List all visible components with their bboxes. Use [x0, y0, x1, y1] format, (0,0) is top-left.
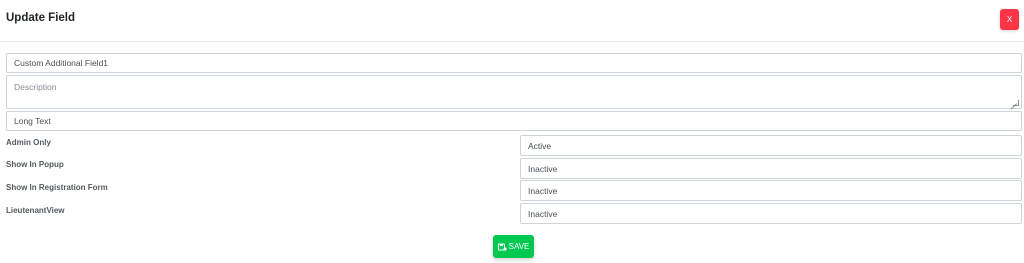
admin-only-label: Admin Only: [6, 138, 51, 147]
description-placeholder: Description: [14, 82, 57, 92]
close-button[interactable]: X: [1000, 9, 1019, 30]
save-label: SAVE: [508, 242, 530, 251]
field-name-input[interactable]: Custom Additional Field1: [6, 53, 1022, 73]
field-type-select[interactable]: Long Text: [6, 111, 1022, 131]
lieutenant-view-label: LieutenantView: [6, 206, 65, 215]
show-in-popup-label: Show In Popup: [6, 160, 64, 169]
save-button[interactable]: SAVE: [493, 235, 534, 258]
modal-header: Update Field X: [0, 0, 1024, 42]
save-icon: [497, 243, 507, 251]
show-in-registration-label: Show In Registration Form: [6, 183, 108, 192]
lieutenant-view-select[interactable]: Inactive: [520, 203, 1022, 224]
resize-handle-icon[interactable]: [1013, 100, 1019, 106]
show-in-registration-select[interactable]: Inactive: [520, 180, 1022, 201]
modal-title: Update Field: [6, 12, 76, 24]
description-textarea[interactable]: Description: [6, 75, 1022, 109]
show-in-popup-select[interactable]: Inactive: [520, 158, 1022, 179]
admin-only-select[interactable]: Active: [520, 135, 1022, 156]
